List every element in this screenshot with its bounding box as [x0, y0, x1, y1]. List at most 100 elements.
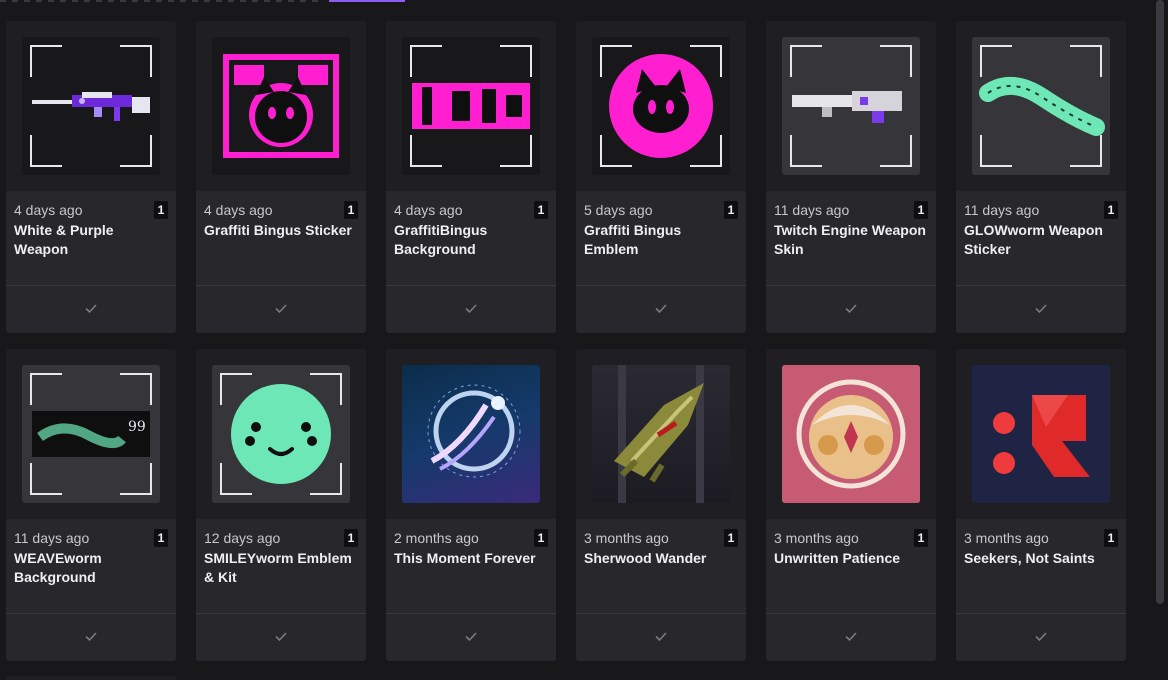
reward-thumbnail: [402, 365, 540, 503]
acquired-date: 4 days ago: [394, 202, 463, 218]
thumb-area: [386, 21, 556, 191]
reward-thumbnail: [402, 37, 540, 175]
quantity-badge: 1: [1104, 201, 1118, 219]
acquired-date: 4 days ago: [204, 202, 273, 218]
card-info: 3 months ago 1 Unwritten Patience: [766, 519, 936, 613]
quantity-badge: 1: [344, 529, 358, 547]
checkmark-icon: [275, 304, 287, 314]
ship-icon: [614, 365, 704, 503]
reward-card[interactable]: 3 months ago 1 Unwritten Patience: [766, 349, 936, 661]
card-footer[interactable]: [386, 285, 556, 333]
top-border: [0, 0, 1168, 4]
card-info: 3 months ago 1 Seekers, Not Saints: [956, 519, 1126, 613]
card-info: 12 days ago 1 SMILEYworm Emblem & Kit: [196, 519, 366, 613]
card-footer[interactable]: [956, 613, 1126, 661]
quantity-badge: 1: [344, 201, 358, 219]
acquired-date: 11 days ago: [774, 202, 850, 218]
card-info: 11 days ago 1 GLOWworm Weapon Sticker: [956, 191, 1126, 285]
checkmark-icon: [655, 632, 667, 642]
reward-title: GLOWworm Weapon Sticker: [964, 222, 1103, 257]
card-info: 11 days ago 1 WEAVEworm Background: [6, 519, 176, 613]
acquired-date: 5 days ago: [584, 202, 653, 218]
quantity-badge: 1: [1104, 529, 1118, 547]
reward-title: SMILEYworm Emblem & Kit: [204, 550, 352, 585]
card-info: 11 days ago 1 Twitch Engine Weapon Skin: [766, 191, 936, 285]
reward-card[interactable]: 11 days ago 1 Twitch Engine Weapon Skin: [766, 21, 936, 333]
quantity-badge: 1: [914, 201, 928, 219]
reward-card[interactable]: 12 days ago 1 SMILEYworm Emblem & Kit: [196, 349, 366, 661]
thumb-area: [576, 349, 746, 519]
thumb-area: [766, 21, 936, 191]
reward-thumbnail: [972, 37, 1110, 175]
acquired-date: 2 months ago: [394, 530, 479, 546]
badge-number: 99: [128, 419, 146, 435]
acquired-date: 3 months ago: [584, 530, 669, 546]
reward-card[interactable]: 5 days ago 1 Graffiti Bingus Emblem: [576, 21, 746, 333]
acquired-date: 3 months ago: [774, 530, 859, 546]
card-footer[interactable]: [956, 285, 1126, 333]
thumb-area: [196, 21, 366, 191]
checkmark-icon: [275, 632, 287, 642]
card-info: 4 days ago 1 White & Purple Weapon: [6, 191, 176, 285]
checkmark-icon: [1035, 304, 1047, 314]
reward-card[interactable]: 4 days ago 1 White & Purple Weapon: [6, 21, 176, 333]
reward-card[interactable]: 11 days ago 1 GLOWworm Weapon Sticker: [956, 21, 1126, 333]
thumb-area: [956, 21, 1126, 191]
checkmark-icon: [1035, 632, 1047, 642]
reward-thumbnail: [22, 37, 160, 175]
reward-thumbnail: [782, 365, 920, 503]
reward-card[interactable]: 4 days ago 1 Graffiti Bingus Sticker: [196, 21, 366, 333]
reward-title: GraffitiBingus Background: [394, 222, 488, 257]
truncated-header-text: [0, 0, 320, 2]
checkmark-icon: [85, 304, 97, 314]
reward-thumbnail: [212, 365, 350, 503]
card-footer[interactable]: [196, 613, 366, 661]
header-link-underline[interactable]: [329, 0, 405, 2]
reward-title: This Moment Forever: [394, 550, 536, 566]
checkmark-icon: [465, 632, 477, 642]
card-footer[interactable]: [386, 613, 556, 661]
quantity-badge: 1: [914, 529, 928, 547]
reward-thumbnail: 99: [22, 365, 160, 503]
reward-card[interactable]: 3 months ago 1 Sherwood Wander: [576, 349, 746, 661]
card-info: 4 days ago 1 GraffitiBingus Background: [386, 191, 556, 285]
reward-thumbnail: [592, 37, 730, 175]
thumb-area: [6, 21, 176, 191]
card-footer[interactable]: [766, 285, 936, 333]
acquired-date: 11 days ago: [964, 202, 1040, 218]
graffiti-cat-icon: [223, 54, 339, 158]
reward-title: Twitch Engine Weapon Skin: [774, 222, 926, 257]
reward-title: Graffiti Bingus Sticker: [204, 222, 352, 238]
acquired-date: 4 days ago: [14, 202, 83, 218]
checkmark-icon: [845, 304, 857, 314]
card-footer[interactable]: [6, 285, 176, 333]
acquired-date: 12 days ago: [204, 530, 281, 546]
card-footer[interactable]: [576, 613, 746, 661]
next-row-card-edge: [6, 676, 176, 680]
reward-card[interactable]: 4 days ago 1 GraffitiBingus Background: [386, 21, 556, 333]
checkmark-icon: [845, 632, 857, 642]
card-footer[interactable]: [576, 285, 746, 333]
reward-card[interactable]: 3 months ago 1 Seekers, Not Saints: [956, 349, 1126, 661]
reward-thumbnail: [782, 37, 920, 175]
checkmark-icon: [655, 304, 667, 314]
reward-title: Sherwood Wander: [584, 550, 707, 566]
patience-emblem-icon: [782, 365, 920, 503]
card-info: 4 days ago 1 Graffiti Bingus Sticker: [196, 191, 366, 285]
thumb-area: [766, 349, 936, 519]
card-footer[interactable]: [766, 613, 936, 661]
scrollbar[interactable]: [1156, 0, 1164, 604]
quantity-badge: 1: [154, 201, 168, 219]
reward-card[interactable]: 2 months ago 1 This Moment Forever: [386, 349, 556, 661]
card-footer[interactable]: [196, 285, 366, 333]
acquired-date: 11 days ago: [14, 530, 90, 546]
reward-thumbnail: [212, 37, 350, 175]
card-footer[interactable]: [6, 613, 176, 661]
reward-title: Graffiti Bingus Emblem: [584, 222, 682, 257]
checkmark-icon: [85, 632, 97, 642]
reward-card[interactable]: 99 11 days ago 1 WEAVEworm Background: [6, 349, 176, 661]
reward-thumbnail: [592, 365, 730, 503]
reward-thumbnail: [972, 365, 1110, 503]
quantity-badge: 1: [534, 201, 548, 219]
quantity-badge: 1: [534, 529, 548, 547]
